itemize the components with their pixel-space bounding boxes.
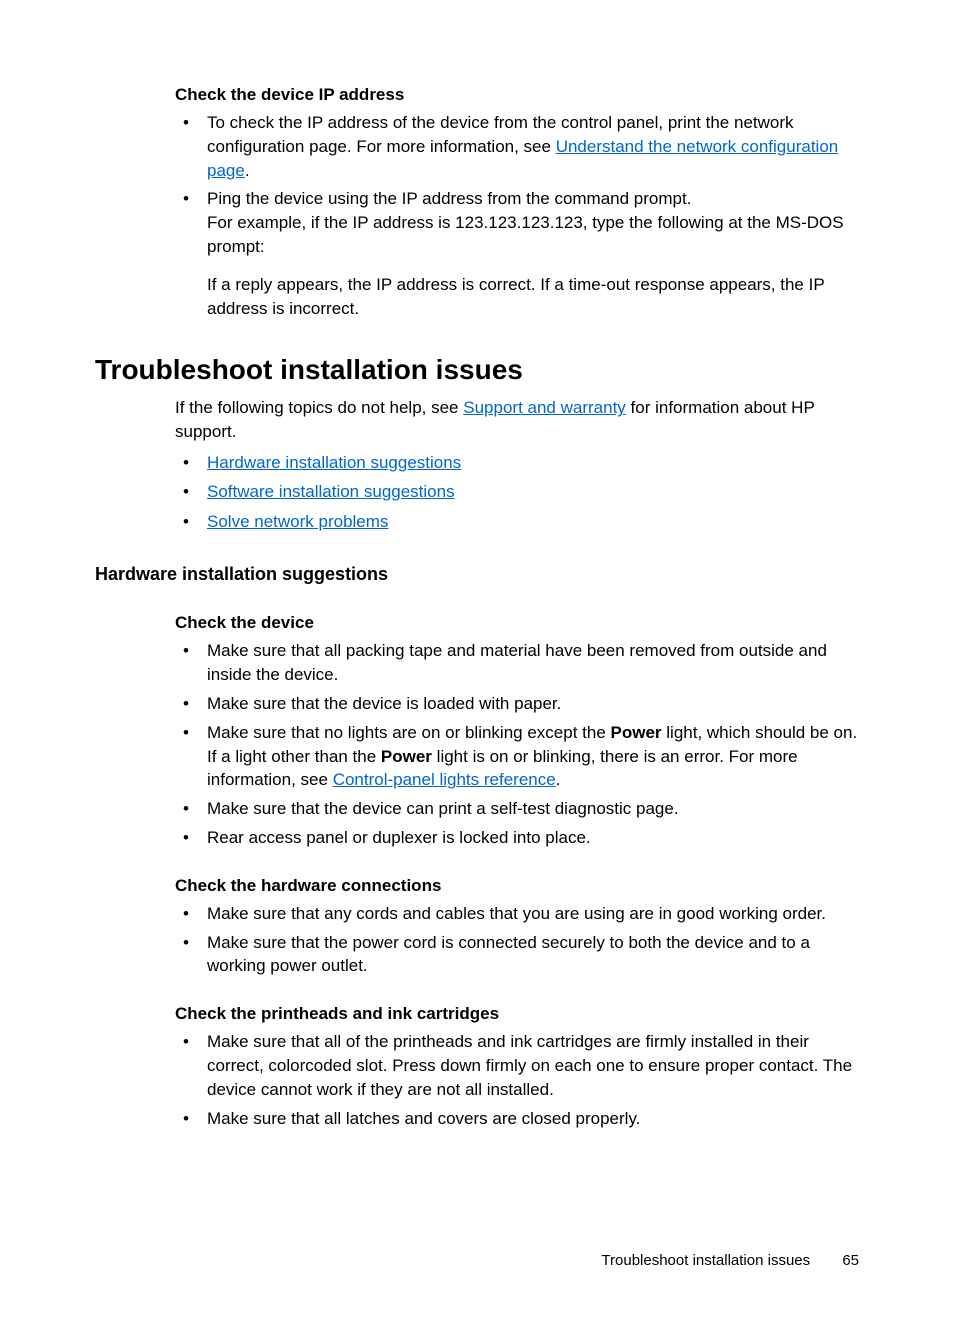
hardware-suggestions-link[interactable]: Hardware installation suggestions xyxy=(207,453,461,472)
text: . xyxy=(245,161,250,180)
list-item: Make sure that any cords and cables that… xyxy=(175,902,859,926)
check-device-heading: Check the device xyxy=(175,613,859,633)
check-hardware-heading: Check the hardware connections xyxy=(175,876,859,896)
power-label: Power xyxy=(611,723,662,742)
list-item: Solve network problems xyxy=(175,509,859,535)
power-label: Power xyxy=(381,747,432,766)
text: If the following topics do not help, see xyxy=(175,398,463,417)
section-title: Troubleshoot installation issues xyxy=(95,354,859,386)
list-item: Hardware installation suggestions xyxy=(175,450,859,476)
check-ip-list: To check the IP address of the device fr… xyxy=(175,111,859,320)
control-panel-lights-link[interactable]: Control-panel lights reference xyxy=(333,770,556,789)
page-number: 65 xyxy=(842,1252,859,1269)
list-item: Make sure that the power cord is connect… xyxy=(175,931,859,979)
software-suggestions-link[interactable]: Software installation suggestions xyxy=(207,482,455,501)
check-printheads-heading: Check the printheads and ink cartridges xyxy=(175,1004,859,1024)
text: . xyxy=(556,770,561,789)
list-item: Make sure that the device is loaded with… xyxy=(175,692,859,716)
list-item: Make sure that all of the printheads and… xyxy=(175,1030,859,1101)
list-item: Rear access panel or duplexer is locked … xyxy=(175,826,859,850)
hardware-subsection-heading: Hardware installation suggestions xyxy=(95,564,859,585)
list-item: Software installation suggestions xyxy=(175,479,859,505)
list-item: Ping the device using the IP address fro… xyxy=(175,187,859,320)
check-hardware-list: Make sure that any cords and cables that… xyxy=(175,902,859,978)
solve-network-link[interactable]: Solve network problems xyxy=(207,512,388,531)
intro-paragraph: If the following topics do not help, see… xyxy=(175,396,859,444)
list-item: Make sure that no lights are on or blink… xyxy=(175,721,859,792)
list-item: To check the IP address of the device fr… xyxy=(175,111,859,182)
check-device-list: Make sure that all packing tape and mate… xyxy=(175,639,859,849)
text: If a reply appears, the IP address is co… xyxy=(207,273,859,321)
support-warranty-link[interactable]: Support and warranty xyxy=(463,398,626,417)
check-printheads-list: Make sure that all of the printheads and… xyxy=(175,1030,859,1130)
text: Make sure that no lights are on or blink… xyxy=(207,723,611,742)
list-item: Make sure that all latches and covers ar… xyxy=(175,1107,859,1131)
check-ip-heading: Check the device IP address xyxy=(175,85,859,105)
page-footer: Troubleshoot installation issues 65 xyxy=(601,1252,859,1269)
list-item: Make sure that all packing tape and mate… xyxy=(175,639,859,687)
footer-text: Troubleshoot installation issues xyxy=(601,1252,810,1269)
topic-links: Hardware installation suggestions Softwa… xyxy=(175,450,859,535)
document-page: Check the device IP address To check the… xyxy=(0,0,954,1195)
text: For example, if the IP address is 123.12… xyxy=(207,213,844,256)
list-item: Make sure that the device can print a se… xyxy=(175,797,859,821)
text: Ping the device using the IP address fro… xyxy=(207,189,691,208)
